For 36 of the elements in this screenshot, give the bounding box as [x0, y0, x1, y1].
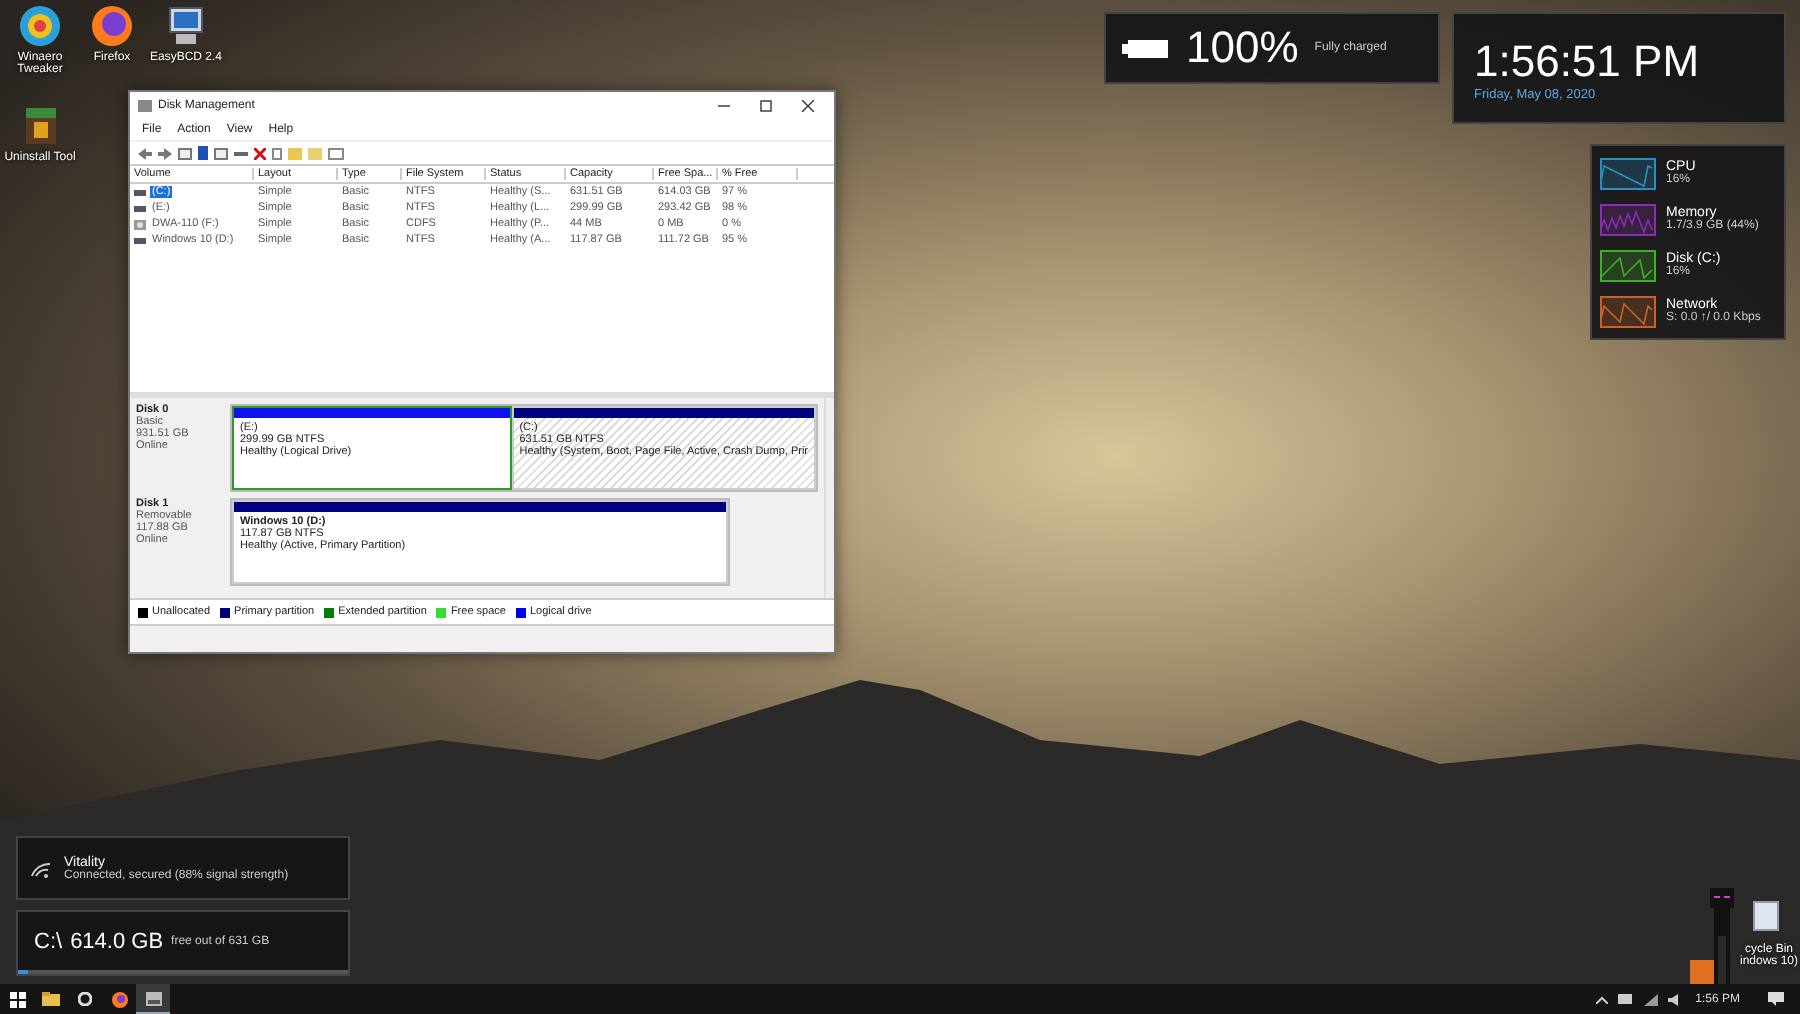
battery-icon[interactable]: [1617, 994, 1634, 1004]
drive-icon: [134, 237, 146, 243]
panel-icon[interactable]: [214, 147, 228, 159]
speaker-icon[interactable]: [1667, 993, 1684, 1005]
recycle-bin-icon[interactable]: [1752, 900, 1780, 932]
minimize-icon[interactable]: [718, 99, 730, 111]
computer-icon: [164, 4, 208, 48]
drive-path: C:\: [34, 929, 63, 953]
wifi-icon: [30, 859, 52, 877]
signal-icon[interactable]: [1643, 993, 1658, 1005]
usage-graph: [1600, 203, 1656, 235]
settings-icon[interactable]: [78, 992, 92, 1006]
disc-drive-icon: [134, 219, 146, 229]
scrollbar[interactable]: [824, 398, 834, 598]
usage-graph: [1600, 249, 1656, 281]
battery-icon: [1122, 37, 1170, 59]
firefox-icon[interactable]: [111, 991, 127, 1007]
clock-time: 1:56:51 PM: [1474, 35, 1702, 87]
maximize-icon[interactable]: [760, 99, 772, 111]
windows-logo-icon[interactable]: [9, 991, 25, 1007]
window-icon[interactable]: [328, 147, 344, 159]
usage-graph: [1600, 295, 1656, 327]
delete-icon[interactable]: [254, 147, 266, 159]
back-arrow-icon[interactable]: [138, 147, 152, 159]
document-icon[interactable]: [272, 147, 282, 159]
forward-arrow-icon[interactable]: [158, 147, 172, 159]
close-icon[interactable]: [802, 99, 814, 111]
panel-icon[interactable]: [178, 147, 192, 159]
usage-graph: [1600, 157, 1656, 189]
firefox-icon: [90, 4, 134, 48]
battery-percent: 100%: [1186, 22, 1299, 74]
folder-icon[interactable]: [42, 992, 60, 1006]
swirl-app-icon: [18, 4, 62, 48]
notification-icon[interactable]: [1768, 992, 1784, 1006]
chevron-up-icon[interactable]: [1595, 995, 1608, 1003]
drive-free: 614.0 GB: [70, 929, 164, 953]
